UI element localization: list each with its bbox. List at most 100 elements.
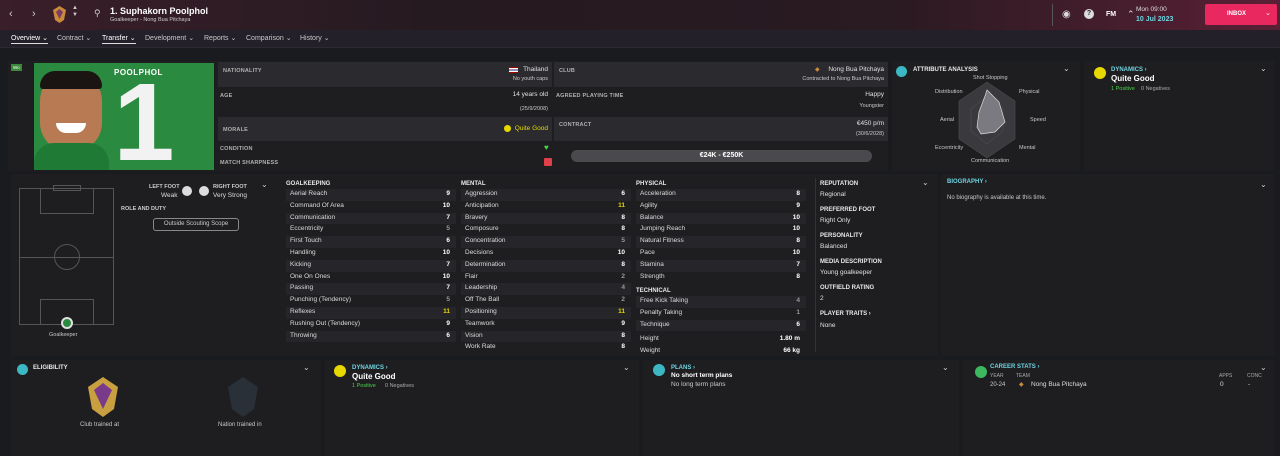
chevron-down-icon[interactable]: ⌄	[1260, 180, 1267, 189]
attribute-value: 5	[621, 237, 625, 245]
attribute-row[interactable]: Throwing 6	[286, 330, 456, 343]
forward-icon[interactable]: ›	[32, 8, 36, 20]
chevron-down-icon[interactable]: ⌄	[942, 363, 949, 372]
attribute-row[interactable]: Decisions 10	[461, 248, 631, 260]
tab-development[interactable]: Development ⌄	[145, 34, 194, 42]
scouting-button[interactable]: Outside Scouting Scope	[153, 218, 239, 231]
attribute-analysis-title: ATTRIBUTE ANALYSIS	[913, 67, 978, 73]
plans-short: No short term plans	[671, 372, 733, 379]
career-team[interactable]: Nong Bua Pitchaya	[1031, 381, 1087, 388]
attribute-row[interactable]: Work Rate 8	[461, 342, 631, 354]
attribute-row[interactable]: Vision 8	[461, 330, 631, 343]
help-icon[interactable]: ?	[1084, 9, 1094, 19]
attribute-row[interactable]: Leadership 4	[461, 283, 631, 296]
tab-label: Development	[145, 35, 187, 42]
fm-menu[interactable]: FM	[1106, 11, 1116, 18]
attribute-name: Aerial Reach	[290, 190, 328, 197]
inbox-button[interactable]: INBOX ⌄	[1205, 4, 1277, 25]
attribute-row[interactable]: Composure 8	[461, 224, 631, 236]
dynamics-bottom-title[interactable]: DYNAMICS ›	[352, 365, 388, 371]
attribute-name: Rushing Out (Tendency)	[290, 319, 361, 327]
weight-label: Weight	[640, 347, 661, 354]
attribute-row[interactable]: Balance 10	[636, 212, 806, 225]
attribute-value: 9	[796, 201, 800, 209]
attribute-row[interactable]: Natural Fitness 8	[636, 236, 806, 248]
club-label: CLUB	[559, 68, 576, 74]
chevron-down-icon[interactable]: ⌄	[922, 178, 929, 187]
attribute-row[interactable]: Bravery 8	[461, 212, 631, 225]
tab-transfer[interactable]: Transfer ⌄	[102, 34, 136, 44]
career-conc: -	[1248, 381, 1251, 388]
attribute-row[interactable]: Free Kick Taking 4	[636, 296, 806, 308]
attribute-name: Anticipation	[465, 201, 499, 209]
plans-title[interactable]: PLANS ›	[671, 365, 695, 371]
attribute-row[interactable]: Flair 2	[461, 272, 631, 284]
chevron-down-icon[interactable]: ⌄	[1063, 64, 1070, 73]
career-title[interactable]: CAREER STATS ›	[990, 364, 1039, 370]
attribute-row[interactable]: Positioning 11	[461, 307, 631, 319]
attribute-row[interactable]: Handling 10	[286, 248, 456, 260]
attribute-row[interactable]: Eccentricity 5	[286, 224, 456, 236]
shirt-number: 1	[113, 63, 175, 170]
attribute-row[interactable]: Concentration 5	[461, 236, 631, 248]
attribute-row[interactable]: Agility 9	[636, 201, 806, 213]
attribute-value: 7	[446, 284, 450, 292]
attribute-row[interactable]: Aerial Reach 9	[286, 189, 456, 201]
attribute-row[interactable]: Jumping Reach 10	[636, 224, 806, 236]
age-value: 14 years old	[512, 91, 548, 98]
chevron-down-icon[interactable]: ⌄	[261, 180, 268, 189]
attribute-value: 4	[621, 284, 625, 292]
tab-bar: Overview ⌄ Contract ⌄ Transfer ⌄ Develop…	[0, 30, 1280, 48]
attribute-row[interactable]: Pace 10	[636, 248, 806, 260]
attribute-row[interactable]: Communication 7	[286, 212, 456, 225]
attribute-row[interactable]: Teamwork 9	[461, 319, 631, 331]
club-crest-icon[interactable]	[53, 6, 66, 23]
up-down-icon[interactable]: ▲ ▼	[72, 5, 78, 19]
traits-label[interactable]: PLAYER TRAITS ›	[820, 311, 871, 317]
attribute-row[interactable]: Off The Ball 2	[461, 295, 631, 307]
attribute-row[interactable]: First Touch 6	[286, 236, 456, 248]
back-icon[interactable]: ‹	[9, 8, 13, 20]
attribute-row[interactable]: Passing 7	[286, 283, 456, 296]
contract-end: (30/6/2028)	[855, 131, 884, 137]
tab-reports[interactable]: Reports ⌄	[204, 34, 236, 42]
tab-comparison[interactable]: Comparison ⌄	[246, 34, 292, 42]
attribute-row[interactable]: Anticipation 11	[461, 201, 631, 213]
dynamics-positive: 1 Positive	[1111, 86, 1135, 92]
attribute-row[interactable]: Strength 8	[636, 272, 806, 284]
dynamics-bottom-value: Quite Good	[352, 372, 396, 381]
attribute-value: 7	[446, 260, 450, 268]
attribute-row[interactable]: Kicking 7	[286, 259, 456, 272]
attribute-row[interactable]: Technique 6	[636, 319, 806, 332]
attribute-row[interactable]: Stamina 7	[636, 259, 806, 272]
sharpness-icon	[544, 158, 552, 166]
dynamics-title[interactable]: DYNAMICS ›	[1111, 67, 1147, 73]
value-bar[interactable]: €24K - €250K	[571, 150, 872, 162]
soccer-icon[interactable]: ◉	[1062, 9, 1071, 20]
height-row: Height 1.80 m	[636, 335, 806, 347]
attribute-row[interactable]: Aggression 6	[461, 189, 631, 201]
tab-history[interactable]: History ⌄	[300, 34, 330, 42]
biography-title[interactable]: BIOGRAPHY ›	[947, 179, 987, 185]
player-subtitle: Goalkeeper - Nong Bua Pitchaya	[110, 17, 191, 23]
attribute-row[interactable]: Rushing Out (Tendency) 9	[286, 319, 456, 331]
chevron-down-icon[interactable]: ⌄	[623, 363, 630, 372]
attribute-row[interactable]: Punching (Tendency) 5	[286, 295, 456, 307]
continue-icon[interactable]: ⌃	[1127, 9, 1135, 20]
chevron-down-icon[interactable]: ⌄	[303, 363, 310, 372]
attribute-row[interactable]: Reflexes 11	[286, 307, 456, 319]
attribute-radar	[958, 82, 1016, 158]
career-icon	[975, 366, 987, 378]
attribute-row[interactable]: Determination 8	[461, 259, 631, 272]
attribute-name: Pace	[640, 249, 655, 256]
attribute-row[interactable]: Command Of Area 10	[286, 201, 456, 213]
tab-overview[interactable]: Overview ⌄	[11, 34, 48, 44]
attribute-row[interactable]: One On Ones 10	[286, 272, 456, 284]
reputation-value: Regional	[820, 191, 846, 198]
chevron-down-icon[interactable]: ⌄	[1260, 363, 1267, 372]
attribute-row[interactable]: Acceleration 8	[636, 189, 806, 201]
chevron-down-icon[interactable]: ⌄	[1260, 64, 1267, 73]
attribute-row[interactable]: Penalty Taking 1	[636, 308, 806, 320]
search-icon[interactable]: ⚲	[94, 8, 101, 19]
tab-contract[interactable]: Contract ⌄	[57, 34, 91, 42]
